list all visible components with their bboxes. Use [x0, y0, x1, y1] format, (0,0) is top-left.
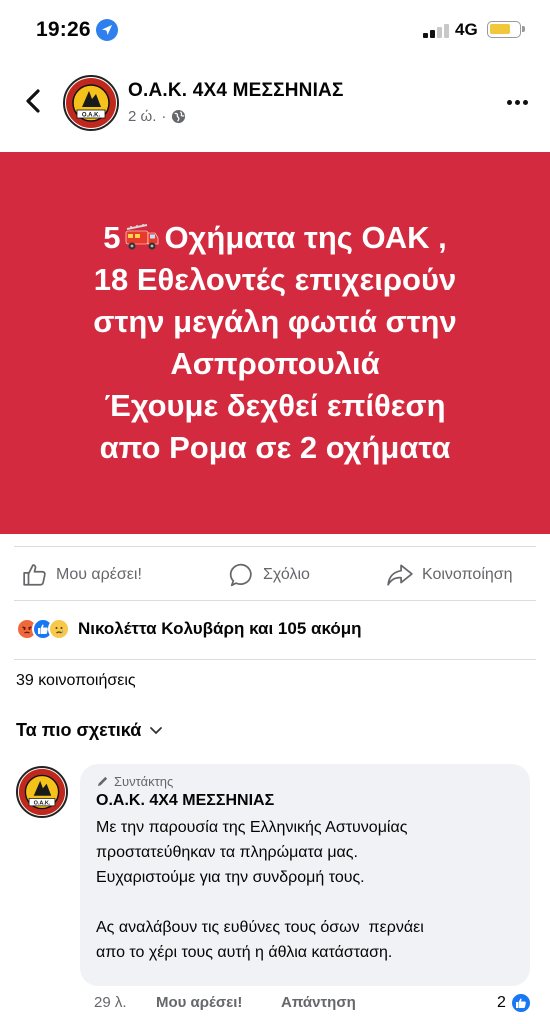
divider: [14, 546, 536, 547]
more-options-button[interactable]: [500, 90, 534, 114]
comment-footer: 29 λ. Μου αρέσει! Απάντηση 2: [0, 990, 550, 1016]
divider: [14, 659, 536, 660]
banner-line-1: 5 Οχήματα της ΟΑΚ ,: [103, 220, 447, 255]
comment-sort-dropdown[interactable]: Τα πιο σχετικά: [16, 720, 163, 741]
chevron-down-icon: [150, 726, 163, 734]
globe-icon: [172, 109, 186, 124]
chevron-left-icon: [26, 89, 40, 113]
comment-reply-button[interactable]: Απάντηση: [281, 994, 356, 1011]
battery-icon: [487, 21, 525, 38]
fire-engine-icon: [126, 224, 159, 250]
share-arrow-icon: [387, 564, 413, 586]
svg-text:Ο.Α.Κ.: Ο.Α.Κ.: [34, 800, 51, 806]
page-name[interactable]: Ο.Α.Κ. 4Χ4 ΜΕΣΣΗΝΙΑΣ: [128, 80, 344, 102]
comment-paragraph: Ας αναλάβουν τις ευθύνες τους όσων περνά…: [96, 915, 516, 965]
post-action-bar: Μου αρέσει! Σχόλιο Κοινοποίηση: [0, 553, 550, 597]
reactors-text: Νικολέττα Κολυβάρη και 105 ακόμη: [78, 619, 362, 638]
banner-line-3: στην μεγάλη φωτιά στην: [93, 304, 457, 339]
comment-line: προστατεύθηκαν τα πληρώματα μας.: [96, 844, 358, 861]
dot-icon: [522, 99, 528, 105]
comment-line: απο το χέρι τους αυτή η άθλια κατάσταση.: [96, 944, 393, 961]
dot-icon: [506, 99, 512, 105]
comment-paragraph: Με την παρουσία της Ελληνικής Αστυνομίας…: [96, 815, 516, 890]
comment-text: Με την παρουσία της Ελληνικής Αστυνομίας…: [96, 815, 516, 965]
thumbs-up-icon: [23, 564, 46, 586]
comment-line: Ευχαριστούμε για την συνδρομή τους.: [96, 869, 365, 886]
banner-line-2: 18 Εθελοντές επιχειρούν: [93, 262, 457, 297]
banner-text: 5 Οχήματα της ΟΑΚ , 18 Εθελοντές επιχειρ…: [15, 217, 535, 469]
svg-text:Ο.Α.Κ.: Ο.Α.Κ.: [82, 113, 101, 119]
comment-label: Σχόλιο: [263, 566, 310, 583]
page-avatar[interactable]: Ο.Α.Κ.: [63, 75, 119, 131]
comment-author-avatar[interactable]: Ο.Α.Κ.: [16, 766, 68, 818]
banner-line-6: απο Ρομα σε 2 οχήματα: [99, 430, 451, 465]
location-arrow-icon: [96, 19, 118, 41]
sad-reaction-icon: [48, 618, 70, 640]
cellular-signal-icon: [423, 22, 449, 38]
meta-separator: ·: [161, 108, 167, 125]
post-time[interactable]: 2 ώ.: [128, 108, 156, 125]
status-time: 19:26: [36, 18, 91, 41]
pencil-icon: [97, 776, 108, 787]
author-badge-label: Συντάκτης: [114, 774, 174, 789]
comment-time[interactable]: 29 λ.: [94, 994, 127, 1011]
comment-reaction-count[interactable]: 2: [497, 992, 532, 1014]
share-button[interactable]: Κοινοποίηση: [386, 553, 513, 597]
share-count[interactable]: 39 κοινοποιήσεις: [16, 672, 136, 690]
comment-line: Με την παρουσία της Ελληνικής Αστυνομίας: [96, 819, 408, 836]
like-label: Μου αρέσει!: [56, 566, 142, 583]
comment-bubble[interactable]: Συντάκτης Ο.Α.Κ. 4Χ4 ΜΕΣΣΗΝΙΑΣ Με την πα…: [80, 764, 530, 986]
banner-line-4: Ασπροπουλιά: [170, 346, 380, 381]
status-bar: 19:26 4G: [0, 0, 550, 60]
share-label: Κοινοποίηση: [422, 566, 513, 583]
post-header: Ο.Α.Κ. Ο.Α.Κ. 4Χ4 ΜΕΣΣΗΝΙΑΣ 2 ώ. ·: [0, 70, 550, 140]
reactions-summary[interactable]: Νικολέττα Κολυβάρη και 105 ακόμη: [16, 614, 362, 644]
sort-label: Τα πιο σχετικά: [16, 720, 142, 740]
reaction-icons: [16, 618, 70, 640]
comment-button[interactable]: Σχόλιο: [229, 553, 310, 597]
banner-line-5: Έχουμε δεχθεί επίθεση: [104, 388, 446, 423]
like-button[interactable]: Μου αρέσει!: [22, 553, 142, 597]
comment-author-name[interactable]: Ο.Α.Κ. 4Χ4 ΜΕΣΣΗΝΙΑΣ: [96, 792, 516, 810]
comment-reaction-number: 2: [497, 994, 506, 1011]
network-type: 4G: [455, 20, 478, 39]
divider: [14, 600, 536, 601]
speech-bubble-icon: [229, 563, 252, 587]
post-text-banner[interactable]: 5 Οχήματα της ΟΑΚ , 18 Εθελοντές επιχειρ…: [0, 152, 550, 534]
author-badge: Συντάκτης: [96, 774, 516, 789]
post-meta: 2 ώ. ·: [128, 108, 186, 125]
comment-like-button[interactable]: Μου αρέσει!: [156, 994, 242, 1011]
back-button[interactable]: [18, 84, 48, 118]
comment-line: Ας αναλάβουν τις ευθύνες τους όσων περνά…: [96, 919, 424, 936]
like-reaction-icon: [509, 992, 532, 1014]
dot-icon: [514, 99, 520, 105]
